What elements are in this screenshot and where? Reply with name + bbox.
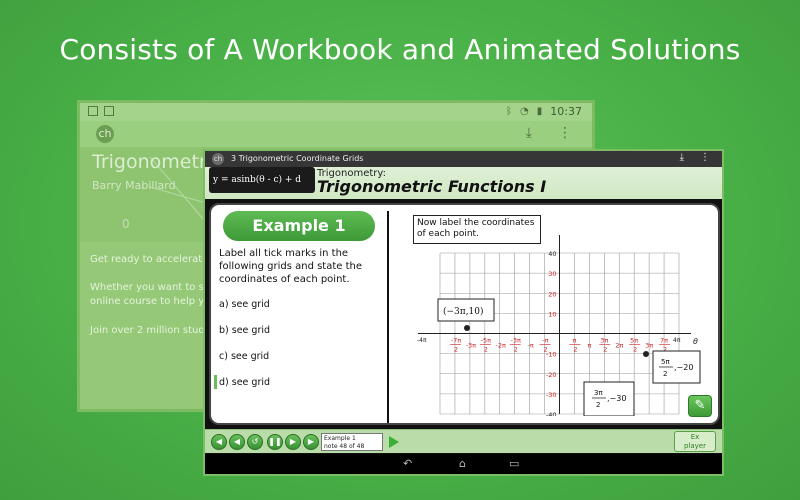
y-tick-label: 20 xyxy=(548,290,556,298)
answer-marker xyxy=(214,375,217,389)
app-bar: ch ⤓ ⋮ xyxy=(80,121,592,147)
clock: 10:37 xyxy=(550,105,582,118)
formula-box: y = asinb(θ - c) + d xyxy=(209,167,315,193)
lesson-title: 3 Trigonometric Coordinate Grids xyxy=(231,154,364,163)
next-button[interactable]: ▶ xyxy=(285,434,301,450)
point-c xyxy=(643,351,649,357)
x-tick-label: 2π xyxy=(615,342,623,350)
y-tick-label: -20 xyxy=(546,371,557,379)
point-a-label: (−3π,10) xyxy=(443,306,484,317)
status-bar: ᛒ ◔ ▮ 10:37 xyxy=(80,103,592,121)
divider xyxy=(387,211,389,423)
x-tick-denominator: 2 xyxy=(633,346,637,354)
x-tick-label: 3π xyxy=(645,342,653,350)
x-axis-min-label: -4π xyxy=(417,337,427,344)
y-tick-label: 40 xyxy=(548,250,556,258)
x-tick-denominator: 2 xyxy=(454,346,458,354)
y-tick-label: 10 xyxy=(548,310,556,318)
back-icon[interactable]: ↶ xyxy=(403,457,412,470)
course-title: Trigonometry xyxy=(92,151,218,173)
y-tick-label: 30 xyxy=(548,270,556,278)
theta-axis-label: θ xyxy=(693,337,698,346)
slide-content: Example 1 Label all tick marks in the fo… xyxy=(209,203,720,425)
explayer-logo: Ex player xyxy=(674,431,716,452)
x-tick-label: -π xyxy=(542,337,548,345)
x-tick-label: -2π xyxy=(496,342,506,350)
previous-button[interactable]: ◀ xyxy=(229,434,245,450)
course-author: Barry Mabillard xyxy=(92,179,176,192)
overflow-menu-icon[interactable]: ⋮ xyxy=(700,152,710,163)
headline: Consists of A Workbook and Animated Solu… xyxy=(59,33,741,66)
prompt-box: Now label the coordinates of each point. xyxy=(413,215,541,244)
logo-mark: Ex xyxy=(690,433,700,441)
axis-label: 0 xyxy=(122,217,130,231)
home-icon[interactable]: ⌂ xyxy=(459,457,466,470)
slide-info-title: Example 1 xyxy=(324,435,356,442)
first-page-button[interactable]: ◀ xyxy=(211,434,227,450)
notes-button[interactable]: ✎ xyxy=(688,395,712,417)
x-tick-denominator: 2 xyxy=(573,346,577,354)
last-page-button[interactable]: ▶ xyxy=(303,434,319,450)
x-tick-label: π xyxy=(587,342,591,350)
wifi-icon: ◔ xyxy=(520,106,529,117)
x-tick-denominator: 2 xyxy=(484,346,488,354)
x-tick-denominator: 2 xyxy=(603,346,607,354)
bag-icon xyxy=(104,106,114,116)
point-b-value: ,−30 xyxy=(607,394,626,403)
point-b-denominator: 2 xyxy=(596,401,600,409)
x-tick-label: -3π xyxy=(510,337,520,345)
slide-info: Example 1 note 48 of 48 xyxy=(321,433,383,451)
front-tablet-screen: ch 3 Trigonometric Coordinate Grids ⤓ ⋮ … xyxy=(203,149,724,476)
point-c-value: ,−20 xyxy=(674,363,693,372)
x-tick-label: 7π xyxy=(660,337,668,345)
answer-item: b) see grid xyxy=(219,325,271,336)
edit-icon: ✎ xyxy=(694,398,706,413)
point-c-denominator: 2 xyxy=(663,370,667,378)
android-nav-bar: ↶ ⌂ ▭ xyxy=(205,454,722,474)
x-tick-label: 3π xyxy=(600,337,608,345)
x-tick-label: -7π xyxy=(451,337,461,345)
replay-button[interactable]: ↺ xyxy=(247,434,263,450)
example-label: Example 1 xyxy=(223,211,375,241)
point-b-numerator: 3π xyxy=(594,389,603,397)
grid-axes xyxy=(418,235,691,414)
overflow-menu-icon[interactable]: ⋮ xyxy=(558,125,572,141)
y-tick-label: -40 xyxy=(546,411,557,416)
answer-item: c) see grid xyxy=(219,351,270,362)
pause-button[interactable]: ❚❚ xyxy=(267,434,283,450)
y-tick-label: -30 xyxy=(546,391,557,399)
x-tick-label: π xyxy=(572,337,576,345)
play-icon[interactable] xyxy=(389,436,399,448)
app-top-bar: ch 3 Trigonometric Coordinate Grids ⤓ ⋮ xyxy=(205,151,722,167)
bluetooth-icon: ᛒ xyxy=(506,106,513,117)
slide-info-count: note 48 of 48 xyxy=(324,443,365,450)
app-logo[interactable]: ch xyxy=(96,125,114,143)
logo-word: player xyxy=(683,442,706,450)
x-tick-label: -5π xyxy=(481,337,491,345)
answer-item: d) see grid xyxy=(219,377,271,388)
instructions: Label all tick marks in the following gr… xyxy=(219,248,363,285)
point-c-numerator: 5π xyxy=(661,358,670,366)
download-icon[interactable]: ⤓ xyxy=(680,152,684,163)
image-icon xyxy=(88,106,98,116)
answer-item: a) see grid xyxy=(219,299,270,310)
x-tick-denominator: 2 xyxy=(514,346,518,354)
x-axis-max-label: 4π xyxy=(673,337,681,344)
battery-icon: ▮ xyxy=(536,106,543,117)
download-icon[interactable]: ⤓ xyxy=(526,125,532,141)
x-tick-label: -3π xyxy=(466,342,476,350)
app-logo[interactable]: ch xyxy=(212,153,224,165)
point-a xyxy=(464,325,470,331)
coordinate-grid: 40302010-10-20-30-40 -7π2 -3π-5π2 -2π-3π2-… xyxy=(417,235,701,416)
x-tick-denominator: 2 xyxy=(543,346,547,354)
slide-title: Trigonometric Functions I xyxy=(317,177,547,196)
x-tick-label: -π xyxy=(527,342,533,350)
slide-header: y = asinb(θ - c) + d Trigonometry: Trigo… xyxy=(205,167,722,199)
player-controls: ◀ ◀ ↺ ❚❚ ▶ ▶ Example 1 note 48 of 48 Ex … xyxy=(205,429,722,453)
recents-icon[interactable]: ▭ xyxy=(509,457,519,470)
x-tick-label: 5π xyxy=(630,337,638,345)
